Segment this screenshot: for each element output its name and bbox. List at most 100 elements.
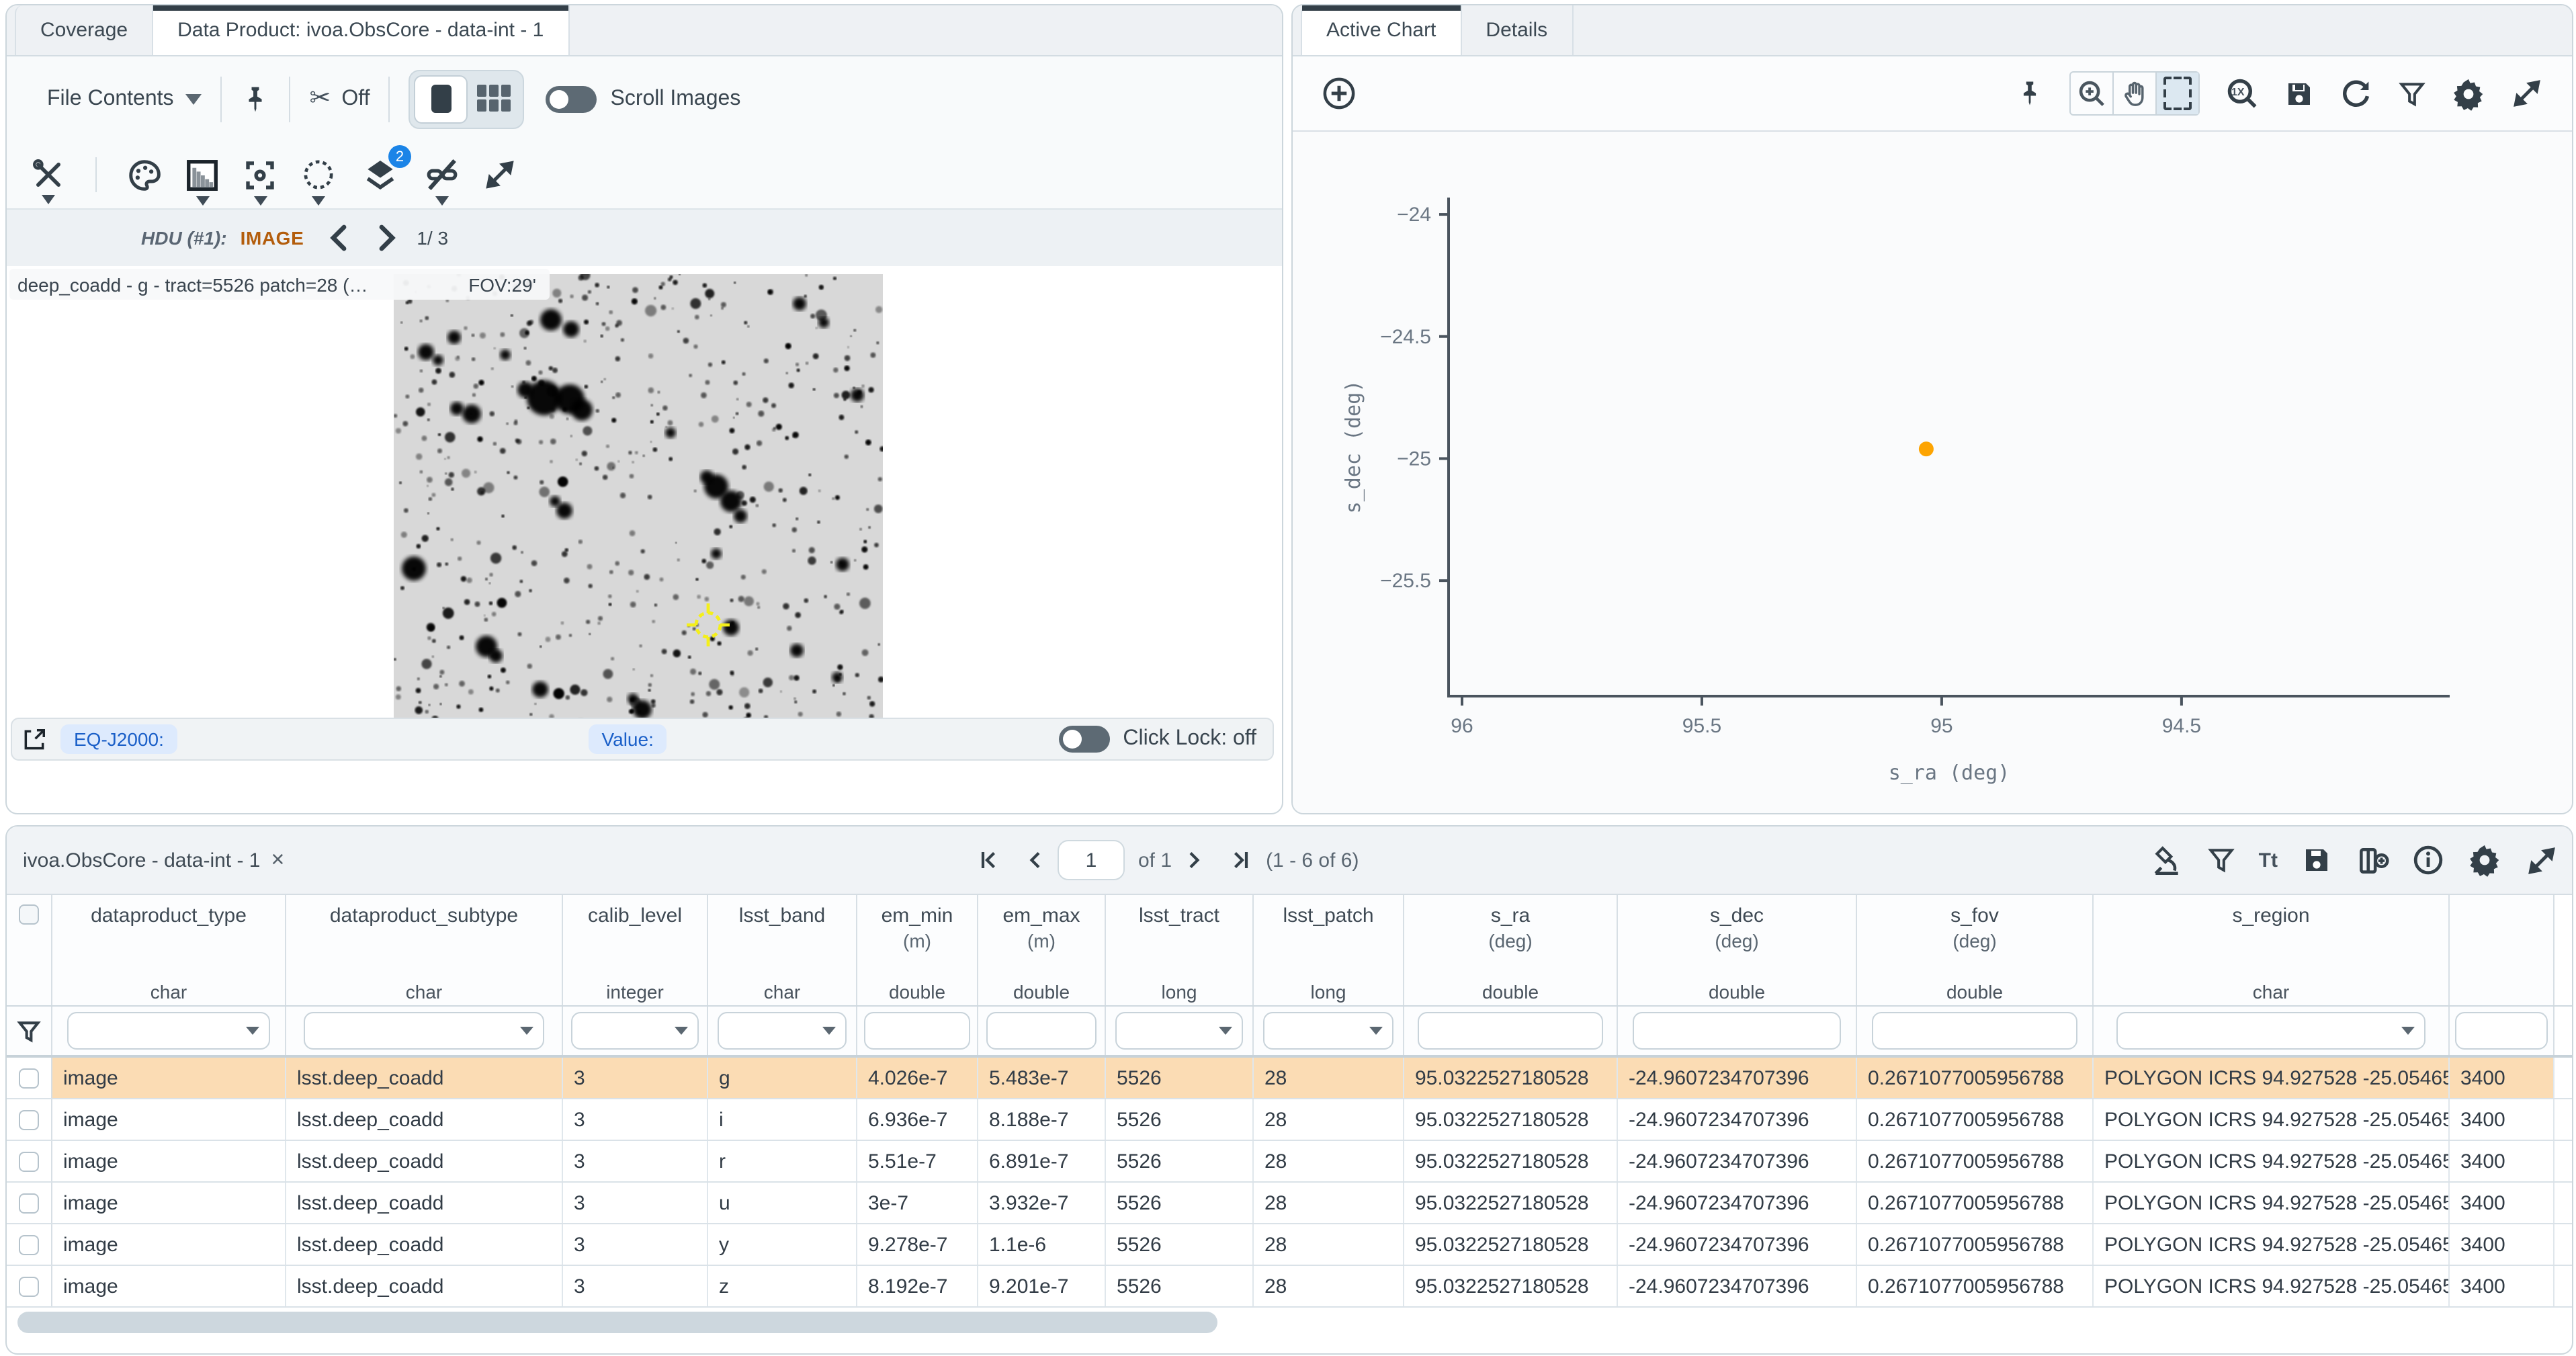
prev-hdu-button[interactable] [328,224,349,251]
column-filter-s_fov[interactable] [1873,1012,2077,1050]
column-header-em_max[interactable]: em_max(m)double [978,895,1106,1005]
add-chart-button[interactable] [1321,75,1357,112]
pixel-value-label[interactable]: Value: [589,724,667,754]
color-palette-button[interactable] [126,157,163,193]
column-header-s_ra[interactable]: s_ra(deg)double [1404,895,1618,1005]
column-header-s_region[interactable]: s_regionchar [2094,895,2450,1005]
table-info-button[interactable] [2412,844,2444,876]
table-row[interactable]: imagelsst.deep_coadd3i6.936e-78.188e-755… [7,1099,2572,1141]
fits-image[interactable] [394,274,883,758]
scatter-chart[interactable]: −24−24.5−25−25.59695.59594.5s_ra (deg)s_… [1293,132,2572,814]
select-region-button[interactable] [300,156,337,194]
single-image-view-button[interactable] [414,75,468,123]
table-row[interactable]: imagelsst.deep_coadd3z8.192e-79.201e-755… [7,1266,2572,1308]
column-header-s_dec[interactable]: s_dec(deg)double [1618,895,1857,1005]
column-filter-lsst_patch[interactable] [1263,1012,1394,1050]
add-column-button[interactable] [2356,843,2389,877]
tab-data-product[interactable]: Data Product: ivoa.ObsCore - data-int - … [153,5,569,55]
save-chart-button[interactable] [2283,77,2315,110]
column-filter-lsst_tract[interactable] [1115,1012,1243,1050]
select-mode-button[interactable] [2157,73,2198,114]
hand-icon [2120,79,2149,108]
coord-system-label[interactable]: EQ-J2000: [60,724,177,754]
cell-s_region: POLYGON ICRS 94.927528 -25.054650 95. [2094,1183,2450,1223]
grid-view-button[interactable] [468,75,519,120]
pan-mode-button[interactable] [2114,73,2157,114]
row-checkbox[interactable] [19,1151,39,1171]
expand-chart-button[interactable] [2510,77,2544,110]
prev-page-button[interactable] [1025,848,1044,872]
stretch-histogram-button[interactable] [184,157,220,193]
page-number-input[interactable] [1058,840,1125,880]
layers-button[interactable]: 2 [361,156,399,194]
wcs-unlock-button[interactable] [423,156,461,194]
column-filter-calib_level[interactable] [572,1012,698,1050]
column-header-dataproduct_subtype[interactable]: dataproduct_subtypechar [286,895,563,1005]
filter-chart-button[interactable] [2397,79,2427,108]
table-row[interactable]: imagelsst.deep_coadd3g4.026e-75.483e-755… [7,1058,2572,1099]
tab-coverage[interactable]: Coverage [15,5,153,55]
column-header-lsst_patch[interactable]: lsst_patchlong [1254,895,1404,1005]
tab-active-chart[interactable]: Active Chart [1301,5,1461,55]
expand-image-button[interactable] [482,157,517,192]
table-row[interactable]: imagelsst.deep_coadd3y9.278e-71.1e-65526… [7,1224,2572,1266]
next-hdu-button[interactable] [376,224,398,251]
column-filter-em_min[interactable] [864,1012,970,1050]
column-filter-dataproduct_subtype[interactable] [304,1012,544,1050]
cell-dataproduct_type: image [52,1099,286,1140]
column-filter-em_max[interactable] [986,1012,1097,1050]
svg-text:−24: −24 [1397,204,1431,226]
last-page-button[interactable] [1228,848,1252,872]
zoom-mode-button[interactable] [2071,73,2114,114]
tab-details[interactable]: Details [1461,5,1573,55]
file-contents-dropdown[interactable]: File Contents [47,87,202,111]
cutout-button[interactable]: ✂ Off [310,86,370,112]
table-options-button[interactable] [2467,843,2502,878]
zoom-original-button[interactable]: 1X [2225,77,2259,110]
pin-button[interactable] [241,83,271,115]
row-checkbox[interactable] [19,1276,39,1296]
inspect-button[interactable] [2150,843,2184,877]
column-header-em_min[interactable]: em_min(m)double [857,895,978,1005]
click-lock-toggle[interactable] [1058,726,1109,753]
table-row[interactable]: imagelsst.deep_coadd3r5.51e-76.891e-7552… [7,1141,2572,1183]
close-table-icon[interactable]: × [271,847,285,874]
row-checkbox[interactable] [19,1193,39,1213]
scroll-images-toggle[interactable] [546,85,597,112]
text-view-button[interactable]: Tt [2259,849,2278,872]
table-row[interactable]: imagelsst.deep_coadd3u3e-73.932e-7552628… [7,1183,2572,1224]
horizontal-scrollbar[interactable] [17,1312,1217,1333]
divider [221,76,222,122]
column-filter-s_ra[interactable] [1418,1012,1603,1050]
row-checkbox[interactable] [19,1068,39,1088]
column-filter-s_region[interactable] [2117,1012,2425,1050]
column-filter-dataproduct_type[interactable] [67,1012,270,1050]
filter-table-button[interactable] [2206,845,2236,875]
popout-readout-button[interactable] [22,726,47,752]
expand-table-button[interactable] [2525,843,2559,877]
first-page-button[interactable] [977,848,1001,872]
row-checkbox[interactable] [19,1234,39,1255]
column-filter-clipped[interactable] [2456,1012,2547,1050]
chart-options-button[interactable] [2451,76,2486,111]
column-header-lsst_tract[interactable]: lsst_tractlong [1106,895,1254,1005]
data-product-panel: Coverage Data Product: ivoa.ObsCore - da… [5,4,1283,814]
column-header-s_fov[interactable]: s_fov(deg)double [1857,895,2094,1005]
restore-chart-button[interactable] [2339,77,2373,110]
column-header-calib_level[interactable]: calib_levelinteger [563,895,708,1005]
next-page-button[interactable] [1185,848,1204,872]
firefly-app: Coverage Data Product: ivoa.ObsCore - da… [0,0,2576,1356]
column-header[interactable] [7,895,52,1005]
column-header[interactable] [2450,895,2554,1005]
column-header-lsst_band[interactable]: lsst_bandchar [708,895,857,1005]
column-filter-s_dec[interactable] [1633,1012,1840,1050]
recenter-button[interactable] [242,157,278,193]
column-header-dataproduct_type[interactable]: dataproduct_typechar [52,895,286,1005]
row-checkbox[interactable] [19,1109,39,1130]
save-table-button[interactable] [2301,844,2333,876]
select-all-checkbox[interactable] [19,904,39,925]
cell-dataproduct_type: image [52,1058,286,1098]
column-filter-lsst_band[interactable] [717,1012,847,1050]
image-tools-button[interactable] [31,157,66,192]
pin-chart-button[interactable] [2016,78,2044,109]
